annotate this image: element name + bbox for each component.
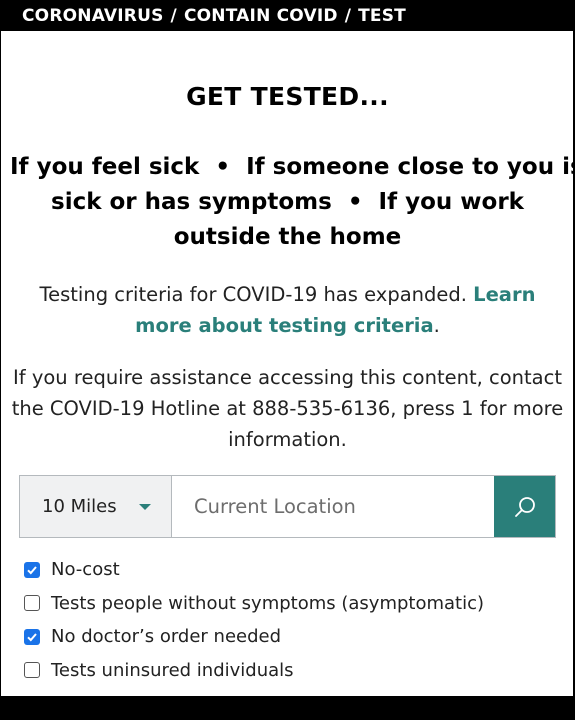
filter-label: No-cost bbox=[51, 559, 120, 581]
criteria-line: If you feel sick • If someone close to y… bbox=[10, 154, 575, 180]
check-icon bbox=[27, 566, 37, 575]
filter-uninsured[interactable]: Tests uninsured individuals bbox=[24, 654, 484, 688]
filter-asymptomatic[interactable]: Tests people without symptoms (asymptoma… bbox=[24, 587, 484, 621]
expanded-criteria-text: Testing criteria for COVID-19 has expand… bbox=[10, 279, 565, 341]
checkbox-checked[interactable] bbox=[24, 561, 40, 578]
breadcrumb-contain-covid[interactable]: CONTAIN COVID bbox=[184, 6, 338, 26]
breadcrumb-test[interactable]: TEST bbox=[358, 6, 406, 26]
breadcrumb-separator: / bbox=[170, 5, 177, 26]
checkbox-unchecked[interactable] bbox=[24, 595, 40, 612]
location-input[interactable] bbox=[172, 476, 494, 537]
location-search: 10 Miles bbox=[19, 475, 556, 538]
assistance-text: If you require assistance accessing this… bbox=[11, 366, 564, 451]
criteria-line: sick or has symptoms • If you work bbox=[51, 189, 524, 215]
filter-no-doctor-order[interactable]: No doctor’s order needed bbox=[24, 620, 484, 654]
checkbox-unchecked[interactable] bbox=[24, 662, 40, 679]
page-title: GET TESTED... bbox=[186, 82, 389, 111]
filter-label: Tests people without symptoms (asymptoma… bbox=[51, 592, 485, 614]
search-icon bbox=[514, 496, 535, 517]
footer-bar bbox=[0, 696, 575, 720]
testing-criteria-heading: If you feel sick • If someone close to y… bbox=[10, 150, 575, 255]
search-button[interactable] bbox=[494, 476, 555, 537]
filter-no-cost[interactable]: No-cost bbox=[24, 553, 484, 587]
filter-label: Tests uninsured individuals bbox=[51, 659, 294, 681]
check-icon bbox=[27, 633, 37, 642]
criteria-line: outside the home bbox=[173, 224, 402, 250]
breadcrumb-coronavirus[interactable]: CORONAVIRUS bbox=[22, 6, 164, 26]
filter-label: No doctor’s order needed bbox=[51, 626, 282, 648]
distance-select[interactable]: 10 Miles bbox=[20, 476, 172, 537]
chevron-down-icon bbox=[138, 503, 151, 510]
filter-list: No-cost Tests people without symptoms (a… bbox=[24, 553, 484, 687]
expanded-suffix: . bbox=[433, 314, 440, 337]
breadcrumb-separator: / bbox=[344, 5, 352, 26]
expanded-text: Testing criteria for COVID-19 has expand… bbox=[39, 283, 467, 306]
breadcrumb: CORONAVIRUS / CONTAIN COVID / TEST bbox=[0, 0, 575, 31]
distance-value: 10 Miles bbox=[42, 496, 117, 517]
checkbox-checked[interactable] bbox=[24, 628, 40, 645]
